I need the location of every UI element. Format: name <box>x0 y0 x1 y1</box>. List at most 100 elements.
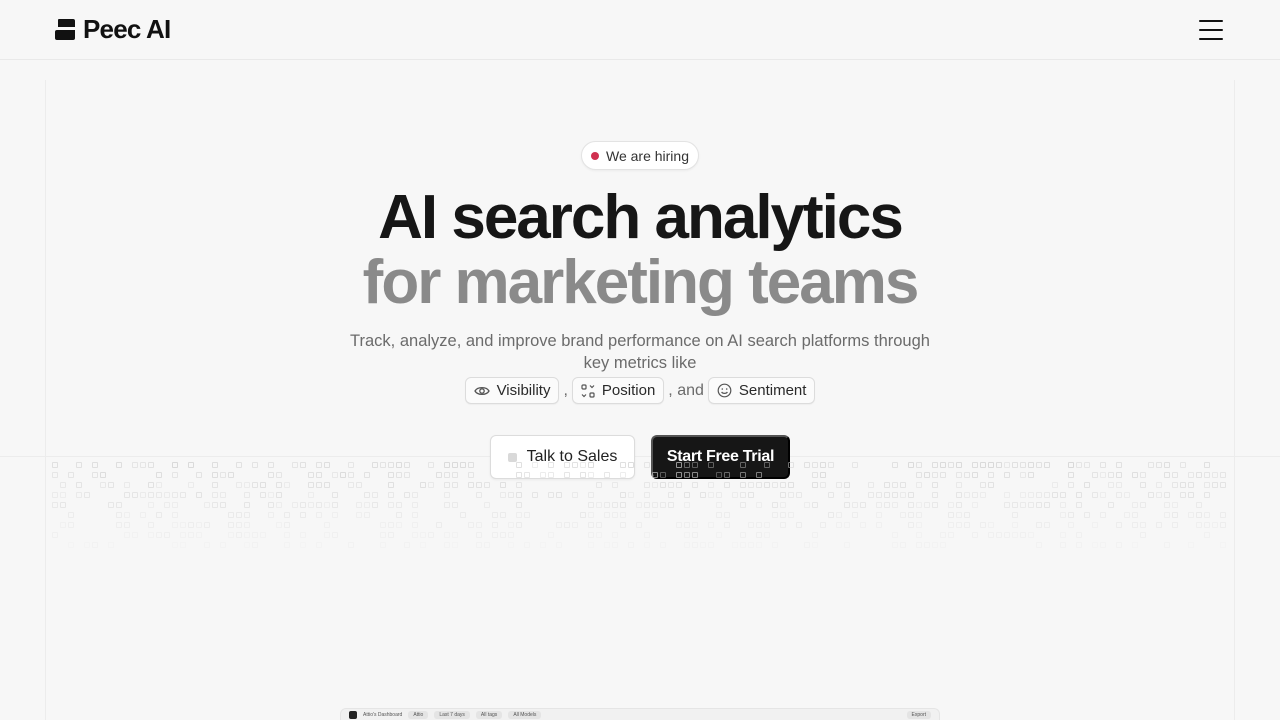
grid-cell <box>612 512 618 518</box>
grid-cell <box>748 522 754 528</box>
grid-cell <box>1020 502 1026 508</box>
grid-cell <box>468 462 474 468</box>
grid-cell <box>316 512 322 518</box>
grid-cell <box>1180 462 1186 468</box>
grid-cell <box>212 492 218 498</box>
grid-cell <box>1164 502 1170 508</box>
dashboard-filter-date[interactable]: Last 7 days <box>434 710 470 719</box>
grid-cell <box>604 512 610 518</box>
grid-cell <box>180 542 186 548</box>
dashboard-export-button[interactable]: Export <box>906 710 931 719</box>
decorative-cell-grid <box>52 462 1228 552</box>
metric-chip-sentiment[interactable]: Sentiment <box>707 377 816 404</box>
grid-cell <box>172 472 178 478</box>
grid-cell <box>140 462 146 468</box>
grid-cell <box>780 492 786 498</box>
grid-cell <box>540 542 546 548</box>
grid-cell <box>1012 502 1018 508</box>
grid-cell <box>180 532 186 538</box>
grid-cell <box>148 522 154 528</box>
grid-cell <box>940 462 946 468</box>
grid-cell <box>1004 492 1010 498</box>
grid-cell <box>676 462 682 468</box>
brand-logo-link[interactable]: Peec AI <box>55 14 171 45</box>
grid-cell <box>940 542 946 548</box>
grid-cell <box>508 532 514 538</box>
grid-cell <box>732 492 738 498</box>
grid-cell <box>756 482 762 488</box>
grid-cell <box>396 512 402 518</box>
grid-cell <box>52 462 58 468</box>
grid-cell <box>244 492 250 498</box>
grid-cell <box>956 462 962 468</box>
grid-cell <box>972 462 978 468</box>
grid-cell <box>388 522 394 528</box>
grid-cell <box>596 522 602 528</box>
grid-cell <box>364 512 370 518</box>
grid-cell <box>1084 462 1090 468</box>
grid-cell <box>716 532 722 538</box>
grid-cell <box>380 522 386 528</box>
grid-cell <box>828 492 834 498</box>
grid-cell <box>1060 512 1066 518</box>
grid-cell <box>244 482 250 488</box>
grid-cell <box>260 532 266 538</box>
grid-cell <box>1204 472 1210 478</box>
grid-cell <box>1188 542 1194 548</box>
grid-cell <box>1172 512 1178 518</box>
grid-cell <box>132 492 138 498</box>
grid-cell <box>1204 522 1210 528</box>
hamburger-menu-icon[interactable] <box>1199 19 1225 40</box>
grid-cell <box>1204 532 1210 538</box>
grid-cell <box>276 482 282 488</box>
grid-cell <box>820 472 826 478</box>
grid-cell <box>900 542 906 548</box>
grid-cell <box>676 472 682 478</box>
grid-cell <box>812 542 818 548</box>
grid-cell <box>452 472 458 478</box>
grid-cell <box>1116 492 1122 498</box>
grid-cell <box>1212 482 1218 488</box>
grid-cell <box>836 512 842 518</box>
grid-cell <box>924 542 930 548</box>
grid-cell <box>612 502 618 508</box>
grid-cell <box>852 502 858 508</box>
grid-cell <box>308 472 314 478</box>
grid-cell <box>972 502 978 508</box>
grid-cell <box>148 532 154 538</box>
grid-cell <box>876 512 882 518</box>
grid-cell <box>508 542 514 548</box>
dashboard-filter-tags[interactable]: All tags <box>475 710 503 719</box>
grid-cell <box>780 522 786 528</box>
grid-cell <box>388 462 394 468</box>
grid-cell <box>340 472 346 478</box>
dashboard-filter-models[interactable]: All Models <box>508 710 542 719</box>
grid-cell <box>116 522 122 528</box>
grid-cell <box>932 492 938 498</box>
grid-cell <box>724 482 730 488</box>
grid-cell <box>172 492 178 498</box>
grid-cell <box>300 512 306 518</box>
grid-cell <box>412 522 418 528</box>
grid-cell <box>300 502 306 508</box>
grid-cell <box>244 522 250 528</box>
grid-cell <box>956 522 962 528</box>
grid-cell <box>508 492 514 498</box>
grid-cell <box>444 462 450 468</box>
dashboard-brand-pill[interactable]: Attio <box>408 710 429 719</box>
grid-cell <box>652 502 658 508</box>
grid-cell <box>428 462 434 468</box>
grid-cell <box>740 532 746 538</box>
grid-cell <box>908 522 914 528</box>
hiring-badge[interactable]: We are hiring <box>581 141 699 170</box>
grid-cell <box>988 532 994 538</box>
grid-cell <box>692 542 698 548</box>
grid-cell <box>228 512 234 518</box>
metric-chip-visibility[interactable]: Visibility <box>464 377 560 404</box>
grid-cell <box>1196 472 1202 478</box>
grid-cell <box>1132 522 1138 528</box>
grid-cell <box>1116 462 1122 468</box>
metric-chip-position[interactable]: Position <box>571 377 665 404</box>
hero-title-line2: for marketing teams <box>362 248 920 317</box>
grid-cell <box>388 532 394 538</box>
